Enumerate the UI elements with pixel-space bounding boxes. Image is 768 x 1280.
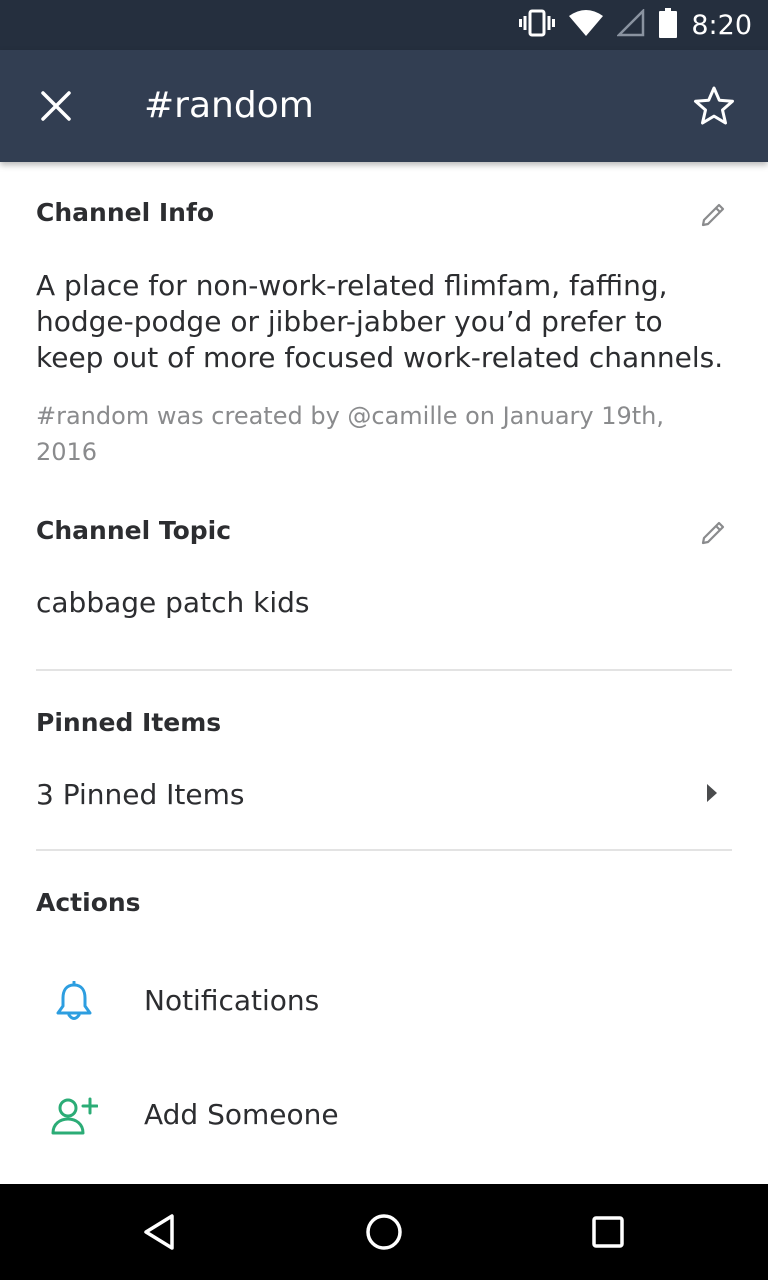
- pencil-icon: [701, 521, 725, 545]
- nav-recents-button[interactable]: [576, 1200, 640, 1264]
- recents-icon: [592, 1216, 624, 1248]
- star-button[interactable]: [682, 74, 746, 138]
- channel-info-header: Channel Info: [36, 198, 214, 227]
- star-outline-icon: [694, 86, 734, 125]
- channel-topic-value: cabbage patch kids: [36, 586, 310, 619]
- notifications-action[interactable]: Notifications: [0, 946, 768, 1056]
- wifi-icon: [569, 10, 604, 40]
- pinned-items-row[interactable]: 3 Pinned Items: [0, 758, 768, 834]
- add-user-icon: [44, 1086, 104, 1146]
- channel-description: A place for non-work-related flimfam, fa…: [36, 269, 724, 374]
- channel-created-text: #random was created by @camille on Janua…: [36, 402, 665, 466]
- channel-topic-header: Channel Topic: [36, 516, 232, 545]
- pinned-items-label: 3 Pinned Items: [36, 778, 245, 811]
- add-someone-action[interactable]: Add Someone: [0, 1060, 768, 1170]
- status-time: 8:20: [691, 9, 752, 41]
- home-icon: [366, 1214, 402, 1250]
- signal-icon: [616, 7, 645, 41]
- bell-icon: [44, 972, 104, 1032]
- back-icon: [144, 1214, 174, 1250]
- status-bar: 8:20: [0, 0, 768, 50]
- pinned-items-header: Pinned Items: [36, 708, 222, 737]
- close-icon: [41, 91, 71, 121]
- status-icons: 8:20: [519, 0, 752, 50]
- close-button[interactable]: [24, 74, 88, 138]
- channel-details: Channel Info A place for non-work-relate…: [0, 162, 768, 1184]
- battery-icon: [659, 8, 678, 42]
- edit-channel-topic-button[interactable]: [692, 510, 736, 554]
- channel-title: #random: [144, 85, 314, 126]
- edit-channel-info-button[interactable]: [692, 192, 736, 236]
- divider: [36, 669, 732, 671]
- pencil-icon: [701, 203, 725, 227]
- system-nav-bar: [0, 1184, 768, 1280]
- add-someone-label: Add Someone: [144, 1098, 339, 1131]
- notifications-label: Notifications: [144, 984, 320, 1017]
- divider: [36, 849, 732, 851]
- actions-header: Actions: [36, 888, 141, 917]
- nav-back-button[interactable]: [128, 1200, 192, 1264]
- chevron-right-icon: [700, 778, 724, 808]
- vibrate-icon: [519, 9, 556, 41]
- app-bar: #random: [0, 50, 768, 162]
- nav-home-button[interactable]: [352, 1200, 416, 1264]
